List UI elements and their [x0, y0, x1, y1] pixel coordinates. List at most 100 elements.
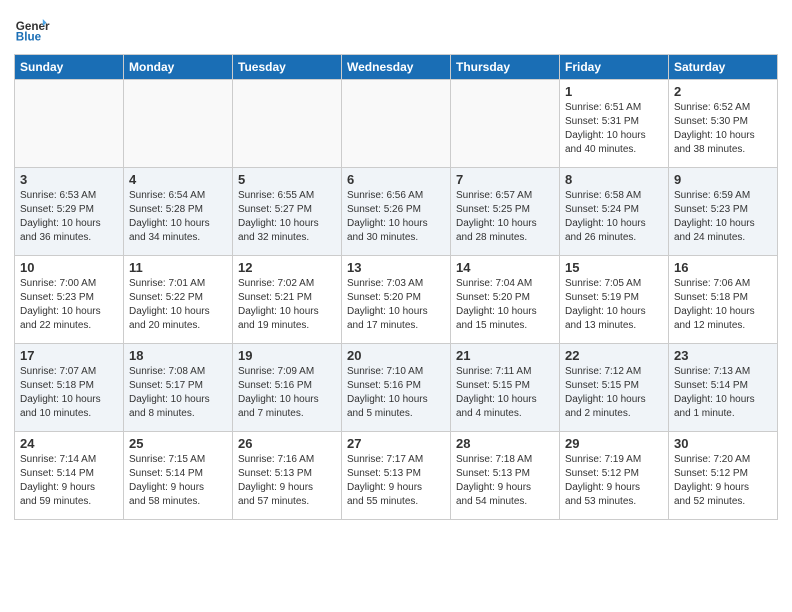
calendar-cell: 30 Sunrise: 7:20 AM Sunset: 5:12 PM Dayli… [669, 432, 778, 520]
day-info: Sunrise: 7:01 AM Sunset: 5:22 PM Dayligh… [129, 277, 227, 333]
day-number: 15 [565, 260, 663, 275]
week-row-4: 17 Sunrise: 7:07 AM Sunset: 5:18 PM Dayli… [15, 344, 778, 432]
calendar-cell: 22 Sunrise: 7:12 AM Sunset: 5:15 PM Dayli… [560, 344, 669, 432]
day-number: 1 [565, 84, 663, 99]
day-info: Sunrise: 7:03 AM Sunset: 5:20 PM Dayligh… [347, 277, 445, 333]
calendar-cell [15, 80, 124, 168]
day-info: Sunrise: 7:15 AM Sunset: 5:14 PM Dayligh… [129, 453, 227, 509]
weekday-header-thursday: Thursday [451, 55, 560, 80]
week-row-2: 3 Sunrise: 6:53 AM Sunset: 5:29 PM Daylig… [15, 168, 778, 256]
calendar-cell: 15 Sunrise: 7:05 AM Sunset: 5:19 PM Dayli… [560, 256, 669, 344]
day-number: 26 [238, 436, 336, 451]
calendar-cell: 11 Sunrise: 7:01 AM Sunset: 5:22 PM Dayli… [124, 256, 233, 344]
day-number: 8 [565, 172, 663, 187]
day-number: 30 [674, 436, 772, 451]
day-number: 3 [20, 172, 118, 187]
calendar-cell: 7 Sunrise: 6:57 AM Sunset: 5:25 PM Daylig… [451, 168, 560, 256]
day-info: Sunrise: 7:07 AM Sunset: 5:18 PM Dayligh… [20, 365, 118, 421]
weekday-header-tuesday: Tuesday [233, 55, 342, 80]
calendar-cell: 21Sunrise: 7:11 AM Sunset: 5:15 PM Dayli… [451, 344, 560, 432]
day-info: Sunrise: 7:00 AM Sunset: 5:23 PM Dayligh… [20, 277, 118, 333]
calendar-cell: 26 Sunrise: 7:16 AM Sunset: 5:13 PM Dayli… [233, 432, 342, 520]
day-number: 19 [238, 348, 336, 363]
week-row-5: 24Sunrise: 7:14 AM Sunset: 5:14 PM Dayli… [15, 432, 778, 520]
day-info: Sunrise: 6:58 AM Sunset: 5:24 PM Dayligh… [565, 189, 663, 245]
day-info: Sunrise: 6:54 AM Sunset: 5:28 PM Dayligh… [129, 189, 227, 245]
calendar: SundayMondayTuesdayWednesdayThursdayFrid… [14, 54, 778, 520]
calendar-cell: 4 Sunrise: 6:54 AM Sunset: 5:28 PM Daylig… [124, 168, 233, 256]
day-info: Sunrise: 6:53 AM Sunset: 5:29 PM Dayligh… [20, 189, 118, 245]
day-info: Sunrise: 7:18 AM Sunset: 5:13 PM Dayligh… [456, 453, 554, 509]
calendar-cell: 3 Sunrise: 6:53 AM Sunset: 5:29 PM Daylig… [15, 168, 124, 256]
day-number: 18 [129, 348, 227, 363]
day-info: Sunrise: 6:57 AM Sunset: 5:25 PM Dayligh… [456, 189, 554, 245]
weekday-header-saturday: Saturday [669, 55, 778, 80]
day-number: 16 [674, 260, 772, 275]
weekday-header-wednesday: Wednesday [342, 55, 451, 80]
svg-text:Blue: Blue [16, 31, 42, 44]
page: General Blue SundayMondayTuesdayWednesda… [0, 0, 792, 530]
day-number: 6 [347, 172, 445, 187]
day-info: Sunrise: 6:51 AM Sunset: 5:31 PM Dayligh… [565, 101, 663, 157]
calendar-cell: 25 Sunrise: 7:15 AM Sunset: 5:14 PM Dayli… [124, 432, 233, 520]
day-number: 22 [565, 348, 663, 363]
day-info: Sunrise: 6:52 AM Sunset: 5:30 PM Dayligh… [674, 101, 772, 157]
day-info: Sunrise: 6:56 AM Sunset: 5:26 PM Dayligh… [347, 189, 445, 245]
calendar-cell: 2 Sunrise: 6:52 AM Sunset: 5:30 PM Daylig… [669, 80, 778, 168]
day-info: Sunrise: 7:17 AM Sunset: 5:13 PM Dayligh… [347, 453, 445, 509]
day-number: 14 [456, 260, 554, 275]
calendar-cell: 23Sunrise: 7:13 AM Sunset: 5:14 PM Dayli… [669, 344, 778, 432]
day-info: Sunrise: 7:20 AM Sunset: 5:12 PM Dayligh… [674, 453, 772, 509]
day-number: 20 [347, 348, 445, 363]
calendar-cell: 1 Sunrise: 6:51 AM Sunset: 5:31 PM Daylig… [560, 80, 669, 168]
weekday-header-row: SundayMondayTuesdayWednesdayThursdayFrid… [15, 55, 778, 80]
calendar-cell: 6 Sunrise: 6:56 AM Sunset: 5:26 PM Daylig… [342, 168, 451, 256]
day-number: 25 [129, 436, 227, 451]
day-number: 13 [347, 260, 445, 275]
day-number: 28 [456, 436, 554, 451]
header: General Blue [14, 10, 778, 46]
day-info: Sunrise: 7:10 AM Sunset: 5:16 PM Dayligh… [347, 365, 445, 421]
day-info: Sunrise: 7:08 AM Sunset: 5:17 PM Dayligh… [129, 365, 227, 421]
day-number: 29 [565, 436, 663, 451]
calendar-cell: 9 Sunrise: 6:59 AM Sunset: 5:23 PM Daylig… [669, 168, 778, 256]
day-info: Sunrise: 7:12 AM Sunset: 5:15 PM Dayligh… [565, 365, 663, 421]
calendar-cell [233, 80, 342, 168]
calendar-cell: 19 Sunrise: 7:09 AM Sunset: 5:16 PM Dayli… [233, 344, 342, 432]
day-number: 5 [238, 172, 336, 187]
calendar-cell: 8 Sunrise: 6:58 AM Sunset: 5:24 PM Daylig… [560, 168, 669, 256]
calendar-cell: 16Sunrise: 7:06 AM Sunset: 5:18 PM Dayli… [669, 256, 778, 344]
calendar-cell: 28 Sunrise: 7:18 AM Sunset: 5:13 PM Dayli… [451, 432, 560, 520]
day-number: 2 [674, 84, 772, 99]
day-number: 23 [674, 348, 772, 363]
day-info: Sunrise: 7:05 AM Sunset: 5:19 PM Dayligh… [565, 277, 663, 333]
calendar-cell: 10 Sunrise: 7:00 AM Sunset: 5:23 PM Dayli… [15, 256, 124, 344]
calendar-body: 1 Sunrise: 6:51 AM Sunset: 5:31 PM Daylig… [15, 80, 778, 520]
day-number: 7 [456, 172, 554, 187]
day-info: Sunrise: 7:16 AM Sunset: 5:13 PM Dayligh… [238, 453, 336, 509]
calendar-cell: 27Sunrise: 7:17 AM Sunset: 5:13 PM Dayli… [342, 432, 451, 520]
day-info: Sunrise: 7:04 AM Sunset: 5:20 PM Dayligh… [456, 277, 554, 333]
day-info: Sunrise: 6:55 AM Sunset: 5:27 PM Dayligh… [238, 189, 336, 245]
calendar-cell [124, 80, 233, 168]
day-info: Sunrise: 7:11 AM Sunset: 5:15 PM Dayligh… [456, 365, 554, 421]
calendar-cell [451, 80, 560, 168]
weekday-header-friday: Friday [560, 55, 669, 80]
day-number: 9 [674, 172, 772, 187]
weekday-header-sunday: Sunday [15, 55, 124, 80]
day-number: 11 [129, 260, 227, 275]
day-number: 10 [20, 260, 118, 275]
week-row-1: 1 Sunrise: 6:51 AM Sunset: 5:31 PM Daylig… [15, 80, 778, 168]
calendar-cell: 5 Sunrise: 6:55 AM Sunset: 5:27 PM Daylig… [233, 168, 342, 256]
calendar-cell: 12Sunrise: 7:02 AM Sunset: 5:21 PM Dayli… [233, 256, 342, 344]
weekday-header-monday: Monday [124, 55, 233, 80]
day-info: Sunrise: 6:59 AM Sunset: 5:23 PM Dayligh… [674, 189, 772, 245]
day-info: Sunrise: 7:09 AM Sunset: 5:16 PM Dayligh… [238, 365, 336, 421]
day-number: 4 [129, 172, 227, 187]
day-info: Sunrise: 7:14 AM Sunset: 5:14 PM Dayligh… [20, 453, 118, 509]
calendar-cell: 17 Sunrise: 7:07 AM Sunset: 5:18 PM Dayli… [15, 344, 124, 432]
day-number: 17 [20, 348, 118, 363]
day-info: Sunrise: 7:19 AM Sunset: 5:12 PM Dayligh… [565, 453, 663, 509]
calendar-cell: 18 Sunrise: 7:08 AM Sunset: 5:17 PM Dayli… [124, 344, 233, 432]
calendar-cell: 14 Sunrise: 7:04 AM Sunset: 5:20 PM Dayli… [451, 256, 560, 344]
